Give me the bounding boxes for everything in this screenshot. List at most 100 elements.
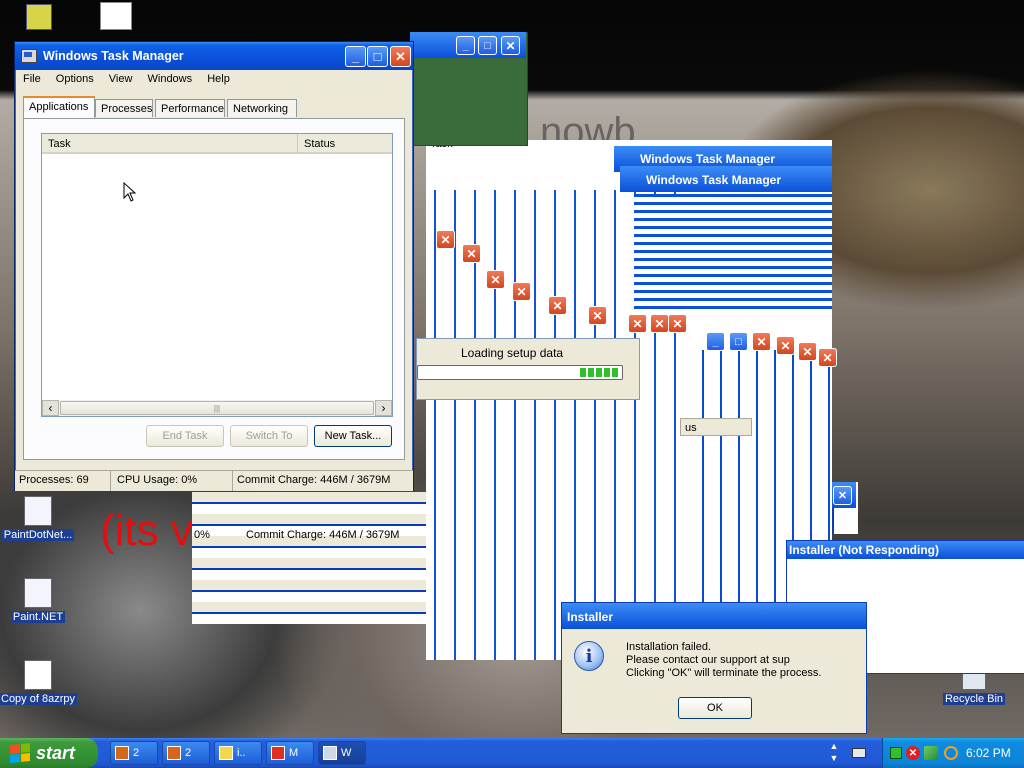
ghost-minimize-icon: _: [706, 332, 725, 351]
menu-view[interactable]: View: [109, 73, 133, 85]
menu-file[interactable]: File: [23, 73, 41, 85]
taskbar-item-icon: [323, 746, 337, 760]
desktop-icon-paint-net[interactable]: Paint.NET: [0, 578, 80, 623]
progress-block: [604, 368, 610, 377]
taskbar-item-2[interactable]: 2: [162, 741, 210, 765]
wallpaper-text-its: (its v: [100, 506, 193, 555]
progress-block: [588, 368, 594, 377]
ghost-maximize-icon: □: [729, 332, 748, 351]
taskbar-item-4[interactable]: M: [266, 741, 314, 765]
menu-help[interactable]: Help: [207, 73, 230, 85]
status-echo-trail: [192, 492, 426, 624]
scroll-thumb[interactable]: |||: [60, 401, 374, 415]
column-header-status[interactable]: Status: [298, 134, 392, 154]
loading-dialog: Loading setup data: [416, 338, 640, 400]
window-title: Windows Task Manager: [43, 49, 184, 63]
desktop-icon-paintdotnet[interactable]: PaintDotNet...: [0, 496, 80, 541]
installer-line-3: Clicking "OK" will terminate the process…: [626, 667, 822, 679]
desktop-icon-label: Copy of 8azrpy: [0, 693, 77, 705]
task-manager-window: Windows Task Manager _ □ ✕ File Options …: [14, 41, 414, 491]
ghost-close-icon: ✕: [436, 230, 455, 249]
ghost-column-status: us: [680, 418, 752, 436]
tab-processes[interactable]: Processes: [95, 99, 153, 117]
column-header-task[interactable]: Task: [42, 134, 298, 154]
switch-to-button[interactable]: Switch To: [230, 425, 308, 447]
task-list[interactable]: Task Status ‹ ||| ›: [41, 133, 393, 417]
column-status-label: Status: [304, 138, 336, 150]
mouse-cursor-icon: [123, 182, 137, 202]
end-task-button[interactable]: End Task: [146, 425, 224, 447]
info-glyph: i: [585, 645, 593, 667]
installer-not-responding-title: Installer (Not Responding): [789, 543, 939, 557]
tab-networking[interactable]: Networking: [227, 99, 297, 117]
tray-icon-error[interactable]: ✕: [906, 746, 920, 760]
scroll-grip-icon: |||: [213, 403, 221, 413]
status-echo-pct: 0%: [194, 529, 210, 541]
tab-performance[interactable]: Performance: [155, 99, 225, 117]
tray-icon-green[interactable]: [890, 747, 902, 759]
tray-icon-search[interactable]: [944, 746, 958, 760]
progress-block: [596, 368, 602, 377]
ghost-close-icon: ✕: [752, 332, 771, 351]
loading-progress-bar: [417, 365, 623, 380]
windows-flag-icon: [10, 742, 30, 764]
tab-panel: Task Status ‹ ||| › End Task Switch To N…: [23, 118, 405, 460]
progress-block: [612, 368, 618, 377]
progress-block: [580, 368, 586, 377]
taskbar-item-label: W: [341, 747, 352, 759]
maximize-button[interactable]: □: [367, 46, 388, 67]
paint-net-icon: [24, 578, 52, 608]
installer-line-1: Installation failed.: [626, 641, 711, 653]
task-manager-icon: [21, 49, 37, 63]
status-processes: Processes: 69: [15, 471, 111, 491]
desktop-icon-copy-of-8azrpy[interactable]: Copy of 8azrpy: [0, 660, 80, 705]
installer-title: Installer: [567, 610, 614, 624]
progress-fill: [580, 368, 618, 377]
horizontal-scrollbar[interactable]: ‹ ||| ›: [42, 400, 392, 416]
ghost-close-icon: ✕: [501, 36, 520, 55]
ghost-close-icon: ✕: [588, 306, 607, 325]
desktop-icon-top-2[interactable]: [100, 2, 132, 30]
ghost-close-icon: ✕: [776, 336, 795, 355]
ghost-close-icon: ✕: [462, 244, 481, 263]
ghost-close-icon: ✕: [818, 348, 837, 367]
start-button[interactable]: start: [0, 738, 98, 768]
taskbar-item-5[interactable]: W: [318, 741, 366, 765]
scroll-left-button[interactable]: ‹: [42, 400, 59, 416]
tray-icon-network[interactable]: [924, 746, 938, 760]
ghost-minimize-icon: _: [456, 36, 475, 55]
minimize-button[interactable]: _: [345, 46, 366, 67]
installer-titlebar[interactable]: Installer: [562, 603, 866, 629]
ghost-close-icon: ✕: [668, 314, 687, 333]
column-task-label: Task: [48, 138, 71, 150]
ok-button[interactable]: OK: [678, 697, 752, 719]
desktop-icon-label: Recycle Bin: [942, 693, 1006, 705]
new-task-button[interactable]: New Task...: [314, 425, 392, 447]
desktop-icon-label: PaintDotNet...: [1, 529, 75, 541]
menu-options[interactable]: Options: [56, 73, 94, 85]
installer-dialog: Installer i Installation failed. Please …: [561, 602, 867, 734]
taskbar-item-icon: [115, 746, 129, 760]
installer-not-responding-titlebar[interactable]: Installer (Not Responding): [787, 541, 1024, 559]
close-button[interactable]: ✕: [390, 46, 411, 67]
menu-windows[interactable]: Windows: [148, 73, 193, 85]
status-bar: Processes: 69 CPU Usage: 0% Commit Charg…: [15, 470, 413, 491]
tab-strip: Applications Processes Performance Netwo…: [23, 96, 405, 119]
tab-applications[interactable]: Applications: [23, 96, 95, 118]
status-cpu: CPU Usage: 0%: [113, 471, 233, 491]
keyboard-icon[interactable]: [852, 748, 866, 758]
clock: 6:02 PM: [966, 746, 1011, 760]
ghost-close-icon: ✕: [548, 296, 567, 315]
installer-line-2: Please contact our support at sup: [626, 654, 790, 666]
taskbar-scroll-arrows[interactable]: ▲ ▼: [828, 740, 840, 766]
desktop-icon-top-1[interactable]: [26, 4, 52, 30]
scroll-right-button[interactable]: ›: [375, 400, 392, 416]
ghost-title-text: Windows Task Manager: [646, 173, 782, 187]
installer-message: Installation failed. Please contact our …: [626, 641, 864, 680]
taskbar-item-label: 2: [185, 747, 192, 759]
taskbar-item-3[interactable]: i..: [214, 741, 262, 765]
taskbar-item-label: M: [289, 747, 299, 759]
status-echo-text: Commit Charge: 446M / 3679M: [246, 529, 400, 541]
desktop-icon-label: Paint.NET: [10, 611, 66, 623]
taskbar-item-1[interactable]: 2: [110, 741, 158, 765]
